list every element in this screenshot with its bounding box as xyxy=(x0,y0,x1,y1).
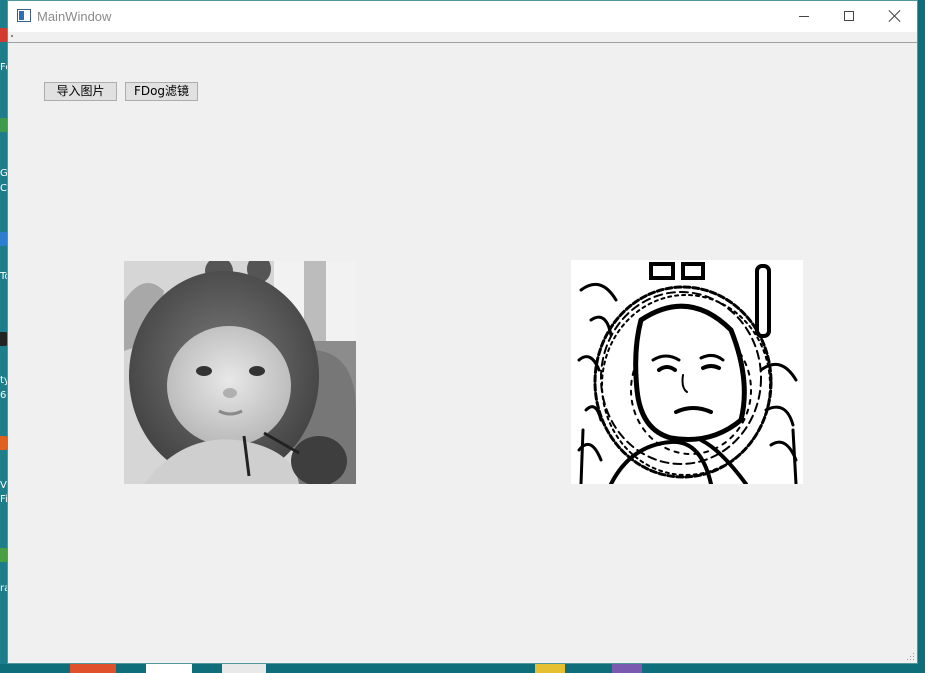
title-bar[interactable]: MainWindow xyxy=(8,1,917,32)
close-icon xyxy=(888,9,902,23)
maximize-button[interactable] xyxy=(826,1,872,32)
grayscale-baby-photo xyxy=(124,261,356,484)
window-title: MainWindow xyxy=(37,9,112,24)
menu-bar xyxy=(8,32,917,43)
fdog-filter-button[interactable]: FDog滤镜 xyxy=(125,82,198,101)
minimize-icon xyxy=(799,16,809,17)
desktop-app-icon[interactable] xyxy=(70,664,116,673)
app-window-icon xyxy=(17,9,31,22)
minimize-button[interactable] xyxy=(781,1,827,32)
main-window: MainWindow 导入图片 FDog滤镜 xyxy=(7,0,918,664)
original-image xyxy=(124,261,356,484)
desktop-app-icon[interactable] xyxy=(612,664,642,673)
close-button[interactable] xyxy=(872,1,918,32)
desktop-taskbar-edge xyxy=(0,664,925,673)
import-image-button[interactable]: 导入图片 xyxy=(44,82,117,101)
desktop-app-icon[interactable] xyxy=(535,664,565,673)
menu-handle xyxy=(11,35,13,37)
maximize-icon xyxy=(844,11,854,21)
fdog-line-drawing xyxy=(571,260,803,484)
desktop-app-icon[interactable] xyxy=(146,664,192,673)
resize-grip-icon[interactable] xyxy=(906,652,915,661)
desktop-app-icon[interactable] xyxy=(222,664,266,673)
filtered-image xyxy=(571,260,803,484)
desktop-icon-label: 6 xyxy=(0,390,7,401)
